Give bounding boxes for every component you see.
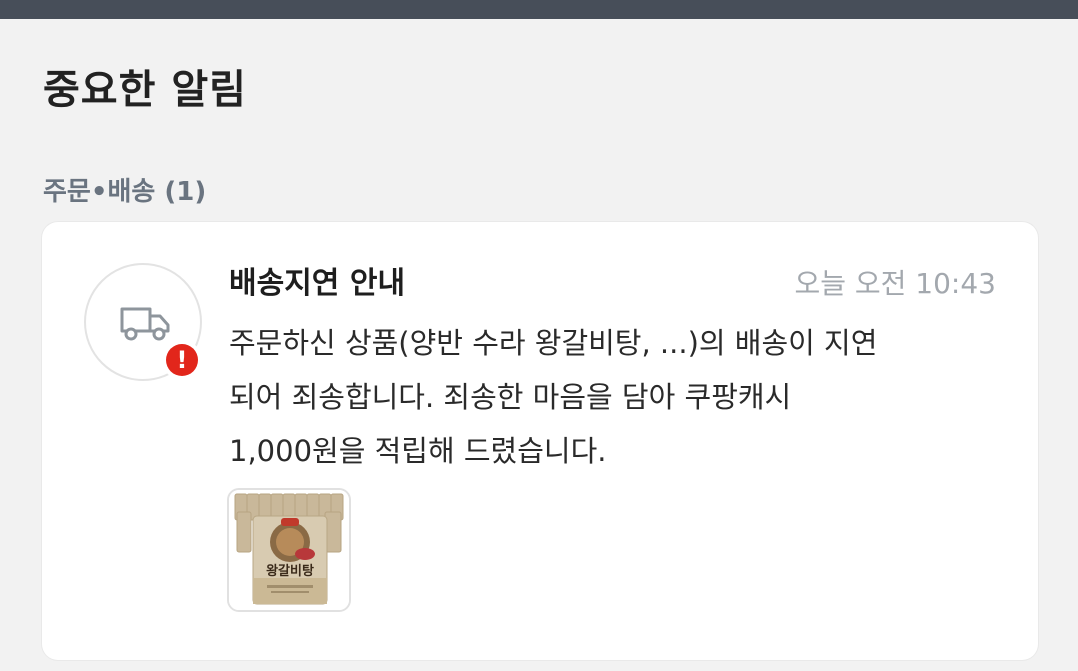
page-title: 중요한 알림 <box>43 67 247 113</box>
notification-card[interactable]: ! 배송지연 안내 오늘 오전 10:43 주문하신 상품(양반 수라 왕갈비탕… <box>42 222 1038 660</box>
product-image: 왕갈비탕 <box>229 490 349 610</box>
product-image-label: 왕갈비탕 <box>266 563 314 579</box>
notification-body-line: 주문하신 상품(양반 수라 왕갈비탕, ...)의 배송이 지연 <box>229 326 878 360</box>
notification-body-line: 1,000원을 적립해 드렸습니다. <box>229 434 607 468</box>
notification-time: 오늘 오전 10:43 <box>794 267 996 300</box>
alert-exclamation-icon: ! <box>166 344 198 376</box>
section-label-order-delivery: 주문•배송 (1) <box>43 177 207 207</box>
alert-badge: ! <box>162 340 202 380</box>
delivery-truck-icon <box>120 307 170 341</box>
product-thumbnail[interactable]: 왕갈비탕 <box>227 488 351 612</box>
notification-body-line: 되어 죄송합니다. 죄송한 마음을 담아 쿠팡캐시 <box>229 380 792 414</box>
notification-body: 주문하신 상품(양반 수라 왕갈비탕, ...)의 배송이 지연 되어 죄송합니… <box>229 316 1019 478</box>
notification-title: 배송지연 안내 <box>229 266 406 301</box>
top-status-bar <box>0 0 1078 19</box>
